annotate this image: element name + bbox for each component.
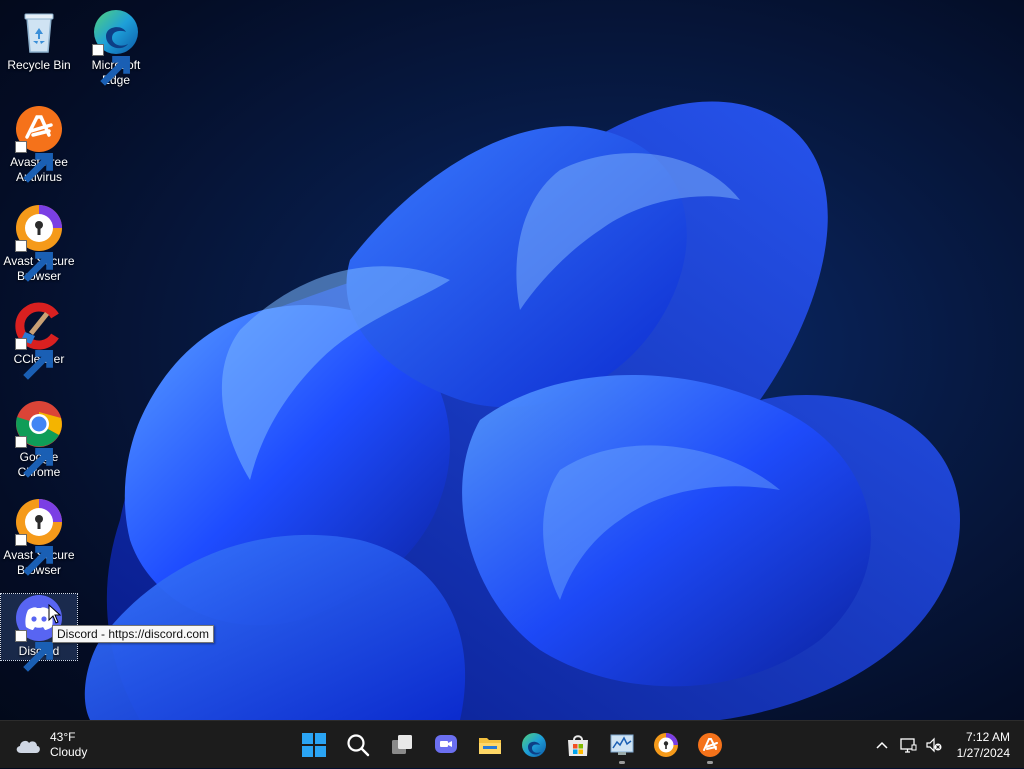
store-button[interactable] <box>556 725 600 765</box>
desktop-icon-avast-secure-browser-2[interactable]: Avast Secure Browser <box>1 498 77 578</box>
clock-date: 1/27/2024 <box>956 746 1010 760</box>
recycle-bin-icon <box>24 13 54 53</box>
shortcut-arrow-icon <box>15 534 53 576</box>
icon-label: Recycle Bin <box>7 58 71 72</box>
clock-time: 7:12 AM <box>965 730 1010 744</box>
volume-button[interactable] <box>921 730 947 760</box>
desktop-icon-recycle-bin[interactable]: Recycle Bin <box>1 8 77 73</box>
clock[interactable]: 7:12 AM 1/27/2024 <box>947 729 1024 761</box>
start-button[interactable] <box>292 725 336 765</box>
desktop-icon-avast-free-antivirus[interactable]: Avast Free Antivirus <box>1 105 77 185</box>
weather-condition: Cloudy <box>50 745 88 759</box>
weather-temp: 43°F <box>50 730 76 744</box>
store-icon <box>568 735 588 756</box>
chat-icon <box>435 735 457 753</box>
shortcut-arrow-icon <box>15 630 53 672</box>
network-button[interactable] <box>895 730 921 760</box>
desktop-icon-microsoft-edge[interactable]: Microsoft Edge <box>78 8 154 88</box>
chat-button[interactable] <box>424 725 468 765</box>
cloud-icon <box>16 740 40 753</box>
wallpaper <box>84 101 960 720</box>
weather-widget[interactable]: 43°F Cloudy <box>14 730 87 760</box>
desktop-icon-google-chrome[interactable]: Google Chrome <box>1 400 77 480</box>
shortcut-arrow-icon <box>15 240 53 282</box>
avast-antivirus-taskbar-button[interactable] <box>688 725 732 765</box>
chevron-up-icon <box>876 741 888 749</box>
avast-antivirus-icon <box>698 733 722 757</box>
desktop-icon-avast-secure-browser[interactable]: Avast Secure Browser <box>1 204 77 284</box>
performance-monitor-button[interactable] <box>600 725 644 765</box>
monitor-icon <box>610 734 634 755</box>
tooltip: Discord - https://discord.com <box>52 625 215 643</box>
search-button[interactable] <box>336 725 380 765</box>
mouse-cursor-icon <box>48 604 62 624</box>
shortcut-arrow-icon <box>15 141 53 183</box>
file-explorer-button[interactable] <box>468 725 512 765</box>
taskbar: 43°F Cloudy 7:12 AM 1/27/2024 <box>0 720 1024 768</box>
shortcut-arrow-icon <box>15 436 53 478</box>
system-tray: 7:12 AM 1/27/2024 <box>869 721 1024 769</box>
windows-start-icon <box>302 733 326 757</box>
avast-secure-browser-taskbar-button[interactable] <box>644 725 688 765</box>
task-view-icon <box>392 735 412 754</box>
volume-muted-icon <box>926 737 942 753</box>
desktop-icon-ccleaner[interactable]: CCleaner <box>1 302 77 380</box>
edge-icon <box>522 733 546 757</box>
avast-secure-browser-icon <box>654 733 678 757</box>
taskbar-apps <box>292 721 732 769</box>
show-hidden-icons-button[interactable] <box>869 730 895 760</box>
edge-taskbar-button[interactable] <box>512 725 556 765</box>
search-icon <box>347 734 370 757</box>
network-icon <box>899 738 917 753</box>
file-explorer-icon <box>479 738 501 754</box>
task-view-button[interactable] <box>380 725 424 765</box>
shortcut-arrow-icon <box>92 44 130 86</box>
shortcut-arrow-icon <box>15 338 53 380</box>
